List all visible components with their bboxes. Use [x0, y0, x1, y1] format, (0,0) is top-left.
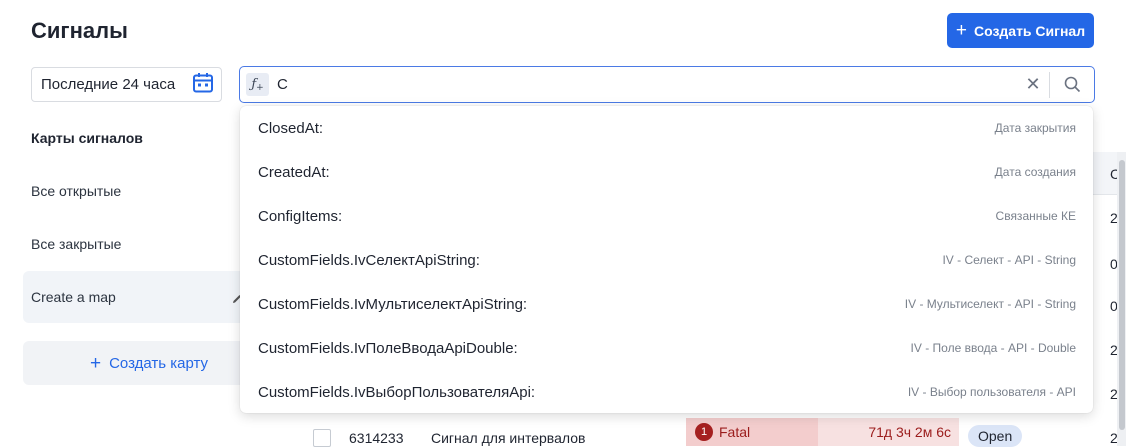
calendar-icon[interactable]	[192, 72, 214, 98]
sidebar-item-all-closed[interactable]: Все закрытые	[31, 236, 121, 252]
status-badge: Open	[968, 425, 1023, 447]
suggestion-field: CreatedAt:	[258, 163, 330, 181]
scrollbar-thumb[interactable]	[1119, 160, 1125, 430]
search-icon[interactable]	[1050, 76, 1094, 93]
suggestion-field: CustomFields.IvВыборПользователяApi:	[258, 383, 536, 401]
suggestion-desc: IV - Селект - API - String	[942, 253, 1076, 267]
suggestion-field: ConfigItems:	[258, 207, 343, 225]
suggestion-desc: Дата закрытия	[994, 121, 1076, 135]
plus-icon: +	[89, 352, 102, 374]
page-title: Сигналы	[31, 18, 128, 43]
suggestion-item[interactable]: CustomFields.IvПолеВводаApiDouble: IV - …	[240, 326, 1093, 370]
suggestion-field: CustomFields.IvСелектApiString:	[258, 251, 480, 269]
suggestions-dropdown: ClosedAt: Дата закрытия CreatedAt: Дата …	[240, 106, 1093, 413]
suggestion-item[interactable]: CustomFields.IvВыборПользователяApi: IV …	[240, 370, 1093, 414]
suggestion-item[interactable]: CustomFields.IvСелектApiString: IV - Сел…	[240, 238, 1093, 282]
suggestion-item[interactable]: CustomFields.IvМультиселектApiString: IV…	[240, 282, 1093, 326]
date-range-picker[interactable]: Последние 24 часа	[31, 67, 222, 102]
suggestion-desc: IV - Выбор пользователя - API	[907, 385, 1076, 399]
suggestion-field: CustomFields.IvПолеВводаApiDouble:	[258, 339, 518, 357]
suggestion-item[interactable]: ClosedAt: Дата закрытия	[240, 106, 1093, 150]
suggestion-desc: IV - Поле ввода - API - Double	[910, 341, 1076, 355]
sidebar-item-create-a-map[interactable]: Create a map	[23, 271, 263, 323]
search-field[interactable]: ƒ + C ✕	[239, 66, 1095, 103]
create-signal-label: Создать Сигнал	[973, 22, 1086, 39]
severity-badge: 1	[695, 423, 713, 441]
suggestion-item[interactable]: CreatedAt: Дата создания	[240, 150, 1093, 194]
severity-label: Fatal	[719, 424, 751, 440]
sidebar-item-all-open[interactable]: Все открытые	[31, 183, 121, 199]
search-input[interactable]: C	[277, 76, 1017, 93]
create-map-label: Создать карту	[109, 354, 209, 372]
suggestion-field: CustomFields.IvМультиселектApiString:	[258, 295, 528, 313]
suggestion-item[interactable]: ConfigItems: Связанные КЕ	[240, 194, 1093, 238]
row-severity: 1 Fatal	[686, 418, 818, 446]
suggestion-desc: Дата создания	[994, 165, 1076, 179]
clear-icon[interactable]: ✕	[1017, 74, 1049, 95]
create-signal-button[interactable]: + Создать Сигнал	[947, 13, 1094, 48]
row-name[interactable]: Сигнал для интервалов	[431, 430, 585, 446]
row-id[interactable]: 6314233	[349, 430, 404, 446]
suggestion-desc: IV - Мультиселект - API - String	[904, 297, 1076, 311]
function-icon[interactable]: ƒ +	[246, 73, 269, 96]
create-map-button[interactable]: + Создать карту	[23, 341, 275, 385]
date-range-label: Последние 24 часа	[41, 76, 176, 93]
plus-icon: +	[955, 20, 967, 41]
row-checkbox[interactable]	[313, 429, 331, 447]
row-duration: 71д 3ч 2м 6с	[818, 418, 959, 446]
suggestion-desc: Связанные КЕ	[995, 209, 1076, 223]
suggestion-field: ClosedAt:	[258, 119, 324, 137]
sidebar-title: Карты сигналов	[31, 130, 143, 146]
